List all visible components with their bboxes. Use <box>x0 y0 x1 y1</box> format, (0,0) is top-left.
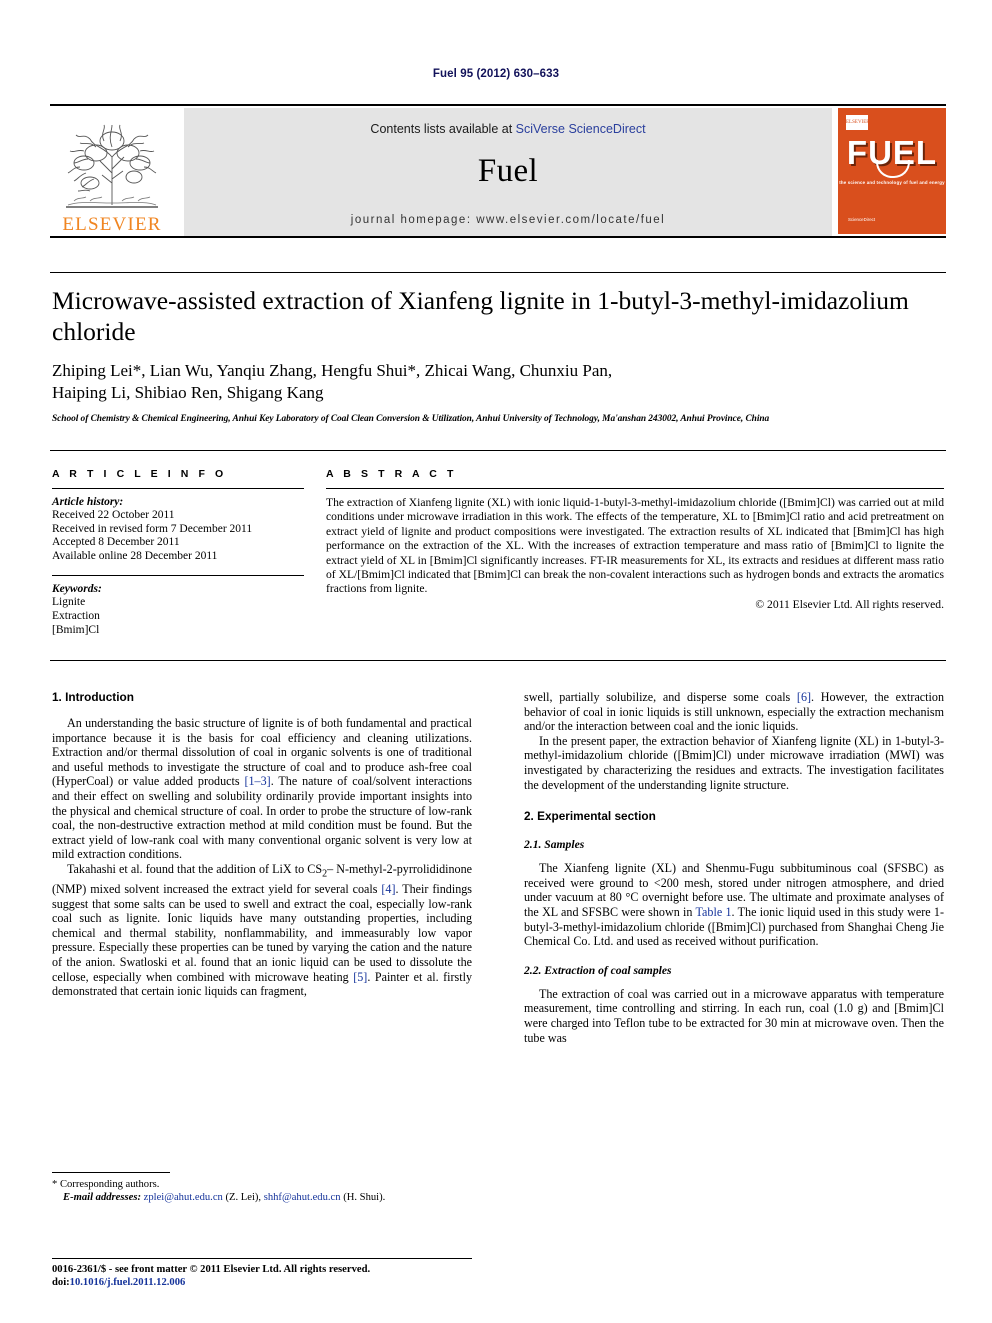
abstract-heading: A B S T R A C T <box>326 468 457 480</box>
abstract-column: A B S T R A C T The extraction of Xianfe… <box>326 468 944 637</box>
cover-badge-mark: ELSEVIER <box>846 120 870 125</box>
doi-link[interactable]: 10.1016/j.fuel.2011.12.006 <box>70 1277 186 1288</box>
citation-5[interactable]: [5] <box>353 970 367 984</box>
table-1-link[interactable]: Table 1 <box>696 905 732 919</box>
right-column: swell, partially solubilize, and dispers… <box>524 690 944 1045</box>
heading-samples: 2.1. Samples <box>524 838 585 852</box>
journal-homepage-link[interactable]: journal homepage: www.elsevier.com/locat… <box>351 214 665 226</box>
journal-masthead: ELSEVIER Contents lists available at Sci… <box>50 104 946 238</box>
article-info-heading: A R T I C L E I N F O <box>52 468 227 480</box>
author-line-2: Haiping Li, Shibiao Ren, Shigang Kang <box>52 383 324 402</box>
footnote-email-line: E-mail addresses: zplei@ahut.edu.cn (Z. … <box>52 1191 472 1204</box>
journal-band: Contents lists available at SciVerse Sci… <box>184 108 832 238</box>
right-paragraph-1: swell, partially solubilize, and dispers… <box>524 690 944 734</box>
page-footer: 0016-2361/$ - see front matter © 2011 El… <box>52 1258 652 1289</box>
email-addresses-label: E-mail addresses: <box>63 1192 141 1203</box>
keyword-1: Lignite <box>52 596 86 609</box>
author-line-1: Zhiping Lei*, Lian Wu, Yanqiu Zhang, Hen… <box>52 361 613 380</box>
keywords-block: Keywords: Lignite Extraction [Bmim]Cl <box>52 575 304 637</box>
right-p1-text-a: swell, partially solubilize, and dispers… <box>524 690 797 704</box>
email-link-shui[interactable]: shhf@ahut.edu.cn <box>264 1192 341 1203</box>
affiliation: School of Chemistry & Chemical Engineeri… <box>52 414 770 424</box>
title-top-rule <box>50 272 946 273</box>
heading-extraction-of-coal-samples: 2.2. Extraction of coal samples <box>524 963 672 977</box>
title-block: Microwave-assisted extraction of Xianfen… <box>52 285 942 425</box>
intro-paragraph-1: An understanding the basic structure of … <box>52 716 472 862</box>
article-info-column: A R T I C L E I N F O Article history: R… <box>52 468 304 637</box>
intro-paragraph-2: Takahashi et al. found that the addition… <box>52 862 472 999</box>
contents-available-line: Contents lists available at SciVerse Sci… <box>370 122 645 136</box>
citation-1-3[interactable]: [1–3] <box>244 774 270 788</box>
email-2-name: (H. Shui). <box>340 1192 386 1203</box>
article-page: Fuel 95 (2012) 630–633 ELSEVIER Contents… <box>0 0 992 1323</box>
abstract-text: The extraction of Xianfeng lignite (XL) … <box>326 496 944 596</box>
email-1-name: (Z. Lei), <box>222 1192 264 1203</box>
samples-paragraph: The Xianfeng lignite (XL) and Shenmu-Fug… <box>524 861 944 949</box>
info-abstract-section: A R T I C L E I N F O Article history: R… <box>52 468 944 637</box>
history-revised: Received in revised form 7 December 2011 <box>52 522 253 535</box>
issn-copyright-line: 0016-2361/$ - see front matter © 2011 El… <box>52 1264 371 1275</box>
keywords-label: Keywords: <box>52 583 102 596</box>
journal-title: Fuel <box>477 153 539 189</box>
article-history-label: Article history: <box>52 496 124 508</box>
left-column: 1. Introduction An understanding the bas… <box>52 690 472 1045</box>
keyword-3: [Bmim]Cl <box>52 623 100 636</box>
right-paragraph-2: In the present paper, the extraction beh… <box>524 733 944 792</box>
keyword-2: Extraction <box>52 609 100 622</box>
doi-line: doi:10.1016/j.fuel.2011.12.006 <box>52 1276 652 1289</box>
author-list: Zhiping Lei*, Lian Wu, Yanqiu Zhang, Hen… <box>52 360 942 404</box>
journal-cover-thumbnail[interactable]: ELSEVIER FUEL the science and technology… <box>838 108 946 234</box>
citation-4[interactable]: [4] <box>381 882 395 896</box>
elsevier-logo: ELSEVIER <box>50 108 174 238</box>
footnote-corresponding-text: Corresponding authors. <box>57 1179 160 1190</box>
extraction-paragraph: The extraction of coal was carried out i… <box>524 986 944 1045</box>
history-accepted: Accepted 8 December 2011 <box>52 536 180 549</box>
abstract-bottom-rule <box>50 660 946 661</box>
elsevier-wordmark: ELSEVIER <box>62 214 162 235</box>
history-available-online: Available online 28 December 2011 <box>52 549 218 562</box>
elsevier-tree-icon <box>60 117 164 213</box>
abstract-copyright: © 2011 Elsevier Ltd. All rights reserved… <box>755 597 944 611</box>
body-columns: 1. Introduction An understanding the bas… <box>52 690 944 1045</box>
page-title: Microwave-assisted extraction of Xianfen… <box>52 286 909 346</box>
footer-rule <box>52 1258 472 1259</box>
history-received: Received 22 October 2011 <box>52 509 175 521</box>
heading-introduction: 1. Introduction <box>52 690 134 704</box>
cover-footer-text: ScienceDirect <box>848 217 876 222</box>
footnote-rule <box>52 1172 170 1173</box>
keywords-divider <box>52 575 304 577</box>
sciencedirect-link[interactable]: SciVerse ScienceDirect <box>516 122 646 136</box>
cover-swoosh-decoration <box>876 160 910 178</box>
citation-6[interactable]: [6] <box>797 690 811 704</box>
heading-experimental-section: 2. Experimental section <box>524 809 656 824</box>
running-head: Fuel 95 (2012) 630–633 <box>432 68 560 80</box>
cover-subtitle: the science and technology of fuel and e… <box>839 180 945 185</box>
corresponding-author-footnote: * Corresponding authors. E-mail addresse… <box>52 1172 472 1204</box>
footnote-corresponding-line: * Corresponding authors. <box>52 1178 472 1191</box>
abstract-divider <box>326 488 944 489</box>
article-info-divider <box>52 488 304 489</box>
intro-p2-text-c: . Their findings suggest that some salts… <box>52 881 473 984</box>
contents-prefix: Contents lists available at <box>370 122 516 136</box>
masthead-bottom-rule <box>50 236 946 238</box>
info-top-rule <box>50 450 946 451</box>
intro-p2-text-a: Takahashi et al. found that the addition… <box>67 861 323 876</box>
cover-publisher-badge: ELSEVIER <box>846 115 870 130</box>
email-link-lei[interactable]: zplei@ahut.edu.cn <box>144 1192 223 1203</box>
doi-label: doi: <box>52 1277 70 1288</box>
